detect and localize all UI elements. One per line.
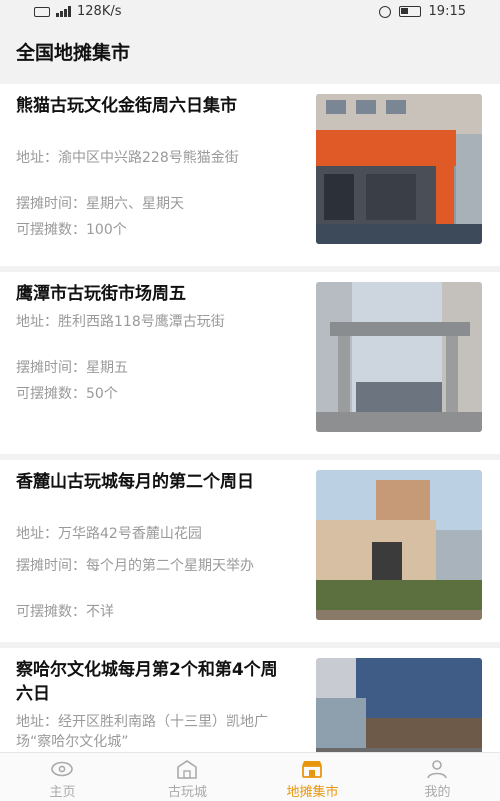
market-photo [316, 470, 482, 620]
market-title: 鹰潭市古玩街市场周五 [16, 284, 186, 304]
market-title: 熊猫古玩文化金街周六日集市 [16, 96, 237, 116]
market-stall-count: 可摆摊数：不详 [16, 604, 114, 620]
market-list[interactable]: 熊猫古玩文化金街周六日集市 地址：渝中区中兴路228号熊猫金街 摆摊时间：星期六… [0, 76, 500, 752]
tab-stall-market[interactable]: 地摊集市 [250, 753, 375, 801]
market-address: 地址：万华路42号香麓山花园 [16, 526, 202, 542]
market-card[interactable]: 熊猫古玩文化金街周六日集市 地址：渝中区中兴路228号熊猫金街 摆摊时间：星期六… [0, 84, 500, 266]
signal-icon [56, 6, 71, 17]
network-speed: 128K/s [77, 4, 122, 19]
tab-label: 地摊集市 [286, 785, 339, 800]
market-stall-count: 可摆摊数：100个 [16, 222, 127, 238]
tab-antique-city[interactable]: 古玩城 [125, 753, 250, 801]
market-photo [316, 658, 482, 752]
notification-icon [34, 6, 50, 17]
tab-label: 主页 [49, 785, 76, 800]
app-header: 全国地摊集市 [0, 24, 500, 76]
battery-icon [398, 6, 421, 17]
building-icon [177, 760, 197, 779]
market-photo-image [316, 470, 482, 620]
market-address: 地址：胜利西路118号鹰潭古玩街 [16, 314, 225, 330]
market-stall-count: 可摆摊数：50个 [16, 386, 118, 402]
status-bar: 128K/s 19:15 [0, 0, 500, 24]
tab-mine[interactable]: 我的 [375, 753, 500, 801]
market-time: 摆摊时间：星期六、星期天 [16, 196, 184, 212]
tab-home[interactable]: 主页 [0, 753, 125, 801]
bottom-tab-bar: 主页 古玩城 地摊集市 我的 [0, 752, 500, 801]
page-title: 全国地摊集市 [16, 42, 131, 64]
market-photo [316, 282, 482, 432]
tab-label: 我的 [424, 785, 451, 800]
person-icon [427, 760, 447, 779]
stall-icon [302, 761, 322, 778]
alarm-icon [378, 5, 391, 18]
market-photo-image [316, 94, 482, 244]
market-address: 地址：渝中区中兴路228号熊猫金街 [16, 150, 239, 166]
market-photo-image [316, 282, 482, 432]
market-photo [316, 94, 482, 244]
clock: 19:15 [428, 4, 466, 19]
market-card[interactable]: 察哈尔文化城每月第2个和第4个周六日 地址：经开区胜利南路（十三里）凯地广场“察… [0, 648, 500, 752]
market-time: 摆摊时间：每个月的第二个星期天举办 [16, 558, 254, 574]
market-title: 察哈尔文化城每月第2个和第4个周六日 [16, 660, 278, 704]
market-card[interactable]: 鹰潭市古玩街市场周五 地址：胜利西路118号鹰潭古玩街 摆摊时间：星期五 可摆摊… [0, 272, 500, 454]
tab-label: 古玩城 [167, 785, 207, 800]
market-title: 香麓山古玩城每月的第二个周日 [16, 472, 254, 492]
market-time: 摆摊时间：星期五 [16, 360, 128, 376]
market-card[interactable]: 香麓山古玩城每月的第二个周日 地址：万华路42号香麓山花园 摆摊时间：每个月的第… [0, 460, 500, 642]
eye-icon [51, 761, 73, 777]
market-address: 地址：经开区胜利南路（十三里）凯地广场“察哈尔文化城” [16, 714, 268, 750]
market-photo-image [316, 658, 482, 752]
